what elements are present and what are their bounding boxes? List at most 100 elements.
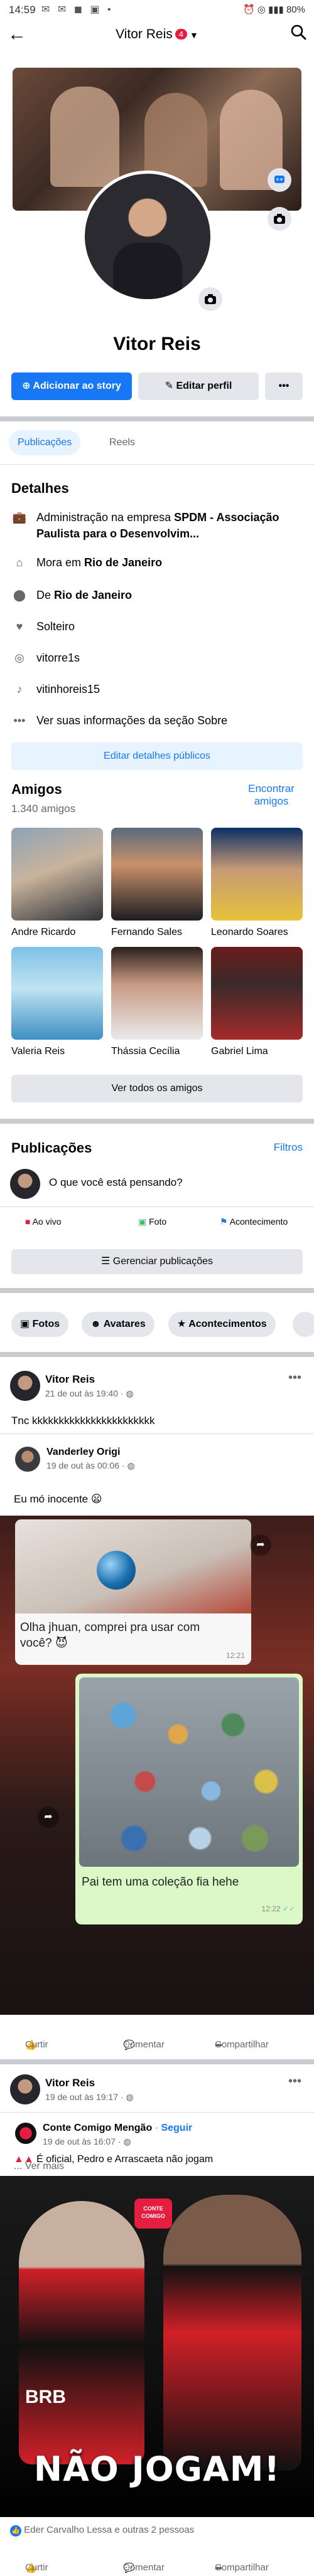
friend-name: Leonardo Soares	[211, 927, 288, 937]
friend-photo	[211, 947, 303, 1040]
chat-time-1: 12:21	[225, 1651, 245, 1660]
chip-more[interactable]	[293, 1312, 314, 1337]
page-name[interactable]: Conte Comigo Mengão	[43, 2123, 152, 2133]
cover-camera-icon[interactable]	[268, 207, 291, 231]
photo-button[interactable]: ▣ Foto	[138, 1217, 166, 1227]
shared-author-avatar	[15, 1447, 40, 1472]
manage-posts-button[interactable]: ☰ Gerenciar publicações	[11, 1249, 303, 1274]
edit-profile-button[interactable]: ✎ Editar perfil	[138, 372, 259, 400]
pencil-icon: ✎	[165, 381, 174, 391]
chip-photos[interactable]: ▣ Fotos	[11, 1312, 69, 1337]
friend-card[interactable]: Thássia Cecília	[111, 947, 203, 1057]
heart-icon: ♥	[16, 620, 23, 633]
profile-camera-icon[interactable]	[198, 287, 222, 311]
detail-instagram[interactable]: ◎ vitorre1s	[11, 650, 303, 666]
detail-see-about[interactable]: ••• Ver suas informações da seção Sobre	[11, 712, 303, 729]
comment-label: Comentar	[123, 2562, 165, 2573]
avatar-icon: ☻	[90, 1319, 101, 1329]
page-name-row: Conte Comigo Mengão · Seguir	[43, 2123, 193, 2133]
post-time-text: 21 de out às 19:40	[45, 1388, 118, 1398]
friend-card[interactable]: Valeria Reis	[11, 947, 103, 1057]
profile-switcher[interactable]: Vitor Reis 4 ▼	[0, 27, 314, 42]
reactions-summary[interactable]: 👍 Eder Carvalho Lessa e outras 2 pessoas	[10, 2525, 194, 2536]
tab-underline	[0, 464, 314, 465]
home-icon: ⌂	[16, 556, 23, 569]
section-divider	[0, 1288, 314, 1293]
forward-icon[interactable]: ➦	[38, 1807, 59, 1828]
more-options-button[interactable]: •••	[265, 372, 303, 400]
post-author[interactable]: Vitor Reis	[45, 1373, 95, 1386]
composer-input[interactable]: O que você está pensando?	[49, 1176, 183, 1189]
post-author[interactable]: Vitor Reis	[45, 2077, 95, 2089]
post-menu-icon[interactable]: •••	[288, 2074, 301, 2089]
friend-card[interactable]: Leonardo Soares	[211, 828, 303, 938]
search-icon[interactable]	[290, 24, 306, 45]
see-all-friends-button[interactable]: Ver todos os amigos	[11, 1075, 303, 1102]
emoji-icon: 😦	[90, 1493, 102, 1505]
composer-avatar	[10, 1169, 40, 1199]
details-title: Detalhes	[11, 480, 69, 496]
friend-photo	[11, 828, 103, 921]
friend-card[interactable]: Fernando Sales	[111, 828, 203, 938]
friend-photo	[211, 828, 303, 921]
friend-card[interactable]: Andre Ricardo	[11, 828, 103, 938]
shared-text: Eu mó inocente 😦	[14, 1493, 102, 1506]
shared-author[interactable]: Vanderley Origi	[46, 1447, 120, 1458]
shared-post-image[interactable]: Olha jhuan, comprei pra usar com você? 😈…	[0, 1516, 314, 2015]
edit-details-button[interactable]: Editar detalhes públicos	[11, 742, 303, 770]
chip-avatars[interactable]: ☻ Avatares	[82, 1312, 154, 1337]
globe-icon: ◍	[126, 1388, 134, 1398]
friend-photo	[11, 947, 103, 1040]
instagram-icon: ◎	[14, 652, 24, 664]
find-friends-link[interactable]: Encontrar amigos	[240, 783, 303, 808]
star-icon: ★	[177, 1319, 187, 1329]
notification-badge: 4	[175, 29, 188, 40]
tab-posts[interactable]: Publicações	[9, 430, 81, 455]
profile-picture[interactable]	[82, 171, 214, 302]
lives-city[interactable]: Rio de Janeiro	[84, 556, 162, 569]
share-label: Compartilhar	[215, 2039, 269, 2050]
filters-link[interactable]: Filtros	[274, 1141, 303, 1154]
live-button[interactable]: ■ Ao vivo	[25, 1217, 62, 1227]
chat-image	[15, 1519, 251, 1613]
see-more-link[interactable]: ... Ver mais	[14, 2161, 64, 2172]
add-story-button[interactable]: ⊕ Adicionar ao story	[11, 372, 132, 400]
event-button[interactable]: ⚑ Acontecimento	[220, 1217, 288, 1227]
cover-avatar-icon[interactable]	[268, 168, 291, 192]
friends-count: 1.340 amigos	[11, 803, 76, 815]
relationship-status: Solteiro	[36, 620, 75, 633]
flag-icon: ⚑	[220, 1217, 228, 1227]
tiktok-handle: vitinhoreis15	[36, 683, 100, 695]
globe-icon: ◍	[126, 2092, 134, 2102]
post-menu-icon[interactable]: •••	[288, 1371, 301, 1385]
post-author-avatar[interactable]	[10, 2074, 40, 2104]
chip-events[interactable]: ★ Acontecimentos	[168, 1312, 276, 1337]
section-divider	[0, 1352, 314, 1357]
see-about-label: Ver suas informações da seção Sobre	[36, 714, 228, 727]
comment-label: Comentar	[123, 2039, 165, 2050]
chip-events-label: Acontecimentos	[188, 1319, 267, 1329]
profile-name: Vitor Reis	[113, 334, 201, 354]
follow-button[interactable]: Seguir	[161, 2123, 192, 2133]
post-time: 21 de out às 19:40 · ◍	[45, 1388, 134, 1398]
shared-text-label: Eu mó inocente	[14, 1493, 89, 1505]
globe-icon: ◍	[123, 2136, 131, 2146]
friend-card[interactable]: Gabriel Lima	[211, 947, 303, 1057]
from-city[interactable]: Rio de Janeiro	[54, 589, 132, 601]
work-prefix: Administração na empresa	[36, 511, 175, 524]
forward-icon[interactable]: ➦	[250, 1534, 271, 1556]
live-video-icon: ■	[25, 1217, 31, 1227]
chip-photos-label: Fotos	[32, 1319, 60, 1329]
detail-tiktok[interactable]: ♪ vitinhoreis15	[11, 681, 303, 697]
event-label: Acontecimento	[229, 1217, 288, 1227]
shared-post[interactable]: Vanderley Origi 19 de out às 00:06 · ◍ E…	[0, 1433, 314, 2015]
post-author-avatar[interactable]	[10, 1371, 40, 1401]
composer-actions: ■ Ao vivo ▣ Foto ⚑ Acontecimento	[0, 1211, 314, 1234]
share-label: Compartilhar	[215, 2562, 269, 2573]
live-label: Ao vivo	[32, 1217, 62, 1227]
post-image[interactable]: CONTE COMIGO BRB NÃO JOGAM!	[0, 2176, 314, 2517]
detail-lives: ⌂ Mora em Rio de Janeiro	[11, 554, 303, 571]
tab-reels[interactable]: Reels	[109, 430, 135, 455]
briefcase-icon: 💼	[12, 511, 27, 524]
chevron-down-icon: ▼	[190, 30, 198, 40]
